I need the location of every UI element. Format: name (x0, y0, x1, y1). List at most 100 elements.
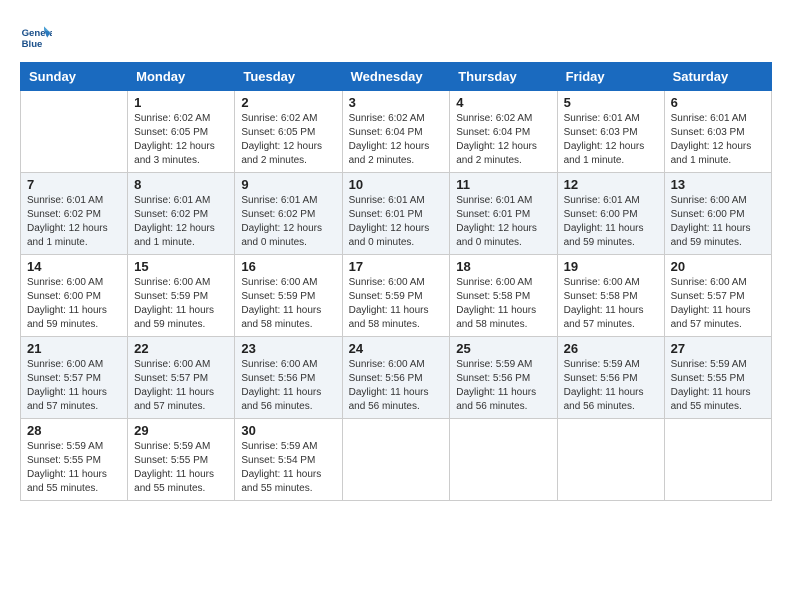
day-cell: 28 Sunrise: 5:59 AM Sunset: 5:55 PM Dayli… (21, 419, 128, 501)
col-header-sunday: Sunday (21, 63, 128, 91)
day-info: Sunrise: 6:00 AM Sunset: 5:59 PM Dayligh… (349, 276, 444, 332)
day-info: Sunrise: 6:00 AM Sunset: 5:58 PM Dayligh… (564, 276, 658, 332)
day-cell: 22 Sunrise: 6:00 AM Sunset: 5:57 PM Dayli… (128, 337, 235, 419)
day-cell: 1 Sunrise: 6:02 AM Sunset: 6:05 PM Daylig… (128, 91, 235, 173)
day-cell: 13 Sunrise: 6:00 AM Sunset: 6:00 PM Dayli… (664, 173, 771, 255)
day-info: Sunrise: 6:01 AM Sunset: 6:02 PM Dayligh… (241, 194, 335, 250)
day-number: 7 (27, 177, 121, 192)
week-row-2: 7 Sunrise: 6:01 AM Sunset: 6:02 PM Daylig… (21, 173, 772, 255)
col-header-tuesday: Tuesday (235, 63, 342, 91)
logo: General Blue (20, 20, 56, 52)
svg-text:Blue: Blue (22, 39, 43, 50)
calendar-table: SundayMondayTuesdayWednesdayThursdayFrid… (20, 62, 772, 501)
day-info: Sunrise: 6:00 AM Sunset: 5:57 PM Dayligh… (27, 358, 121, 414)
day-cell (450, 419, 557, 501)
day-cell (342, 419, 450, 501)
day-cell: 9 Sunrise: 6:01 AM Sunset: 6:02 PM Daylig… (235, 173, 342, 255)
day-number: 4 (456, 95, 550, 110)
day-info: Sunrise: 5:59 AM Sunset: 5:56 PM Dayligh… (456, 358, 550, 414)
day-info: Sunrise: 5:59 AM Sunset: 5:55 PM Dayligh… (27, 440, 121, 496)
day-info: Sunrise: 6:02 AM Sunset: 6:04 PM Dayligh… (349, 112, 444, 168)
day-cell: 21 Sunrise: 6:00 AM Sunset: 5:57 PM Dayli… (21, 337, 128, 419)
day-info: Sunrise: 6:01 AM Sunset: 6:03 PM Dayligh… (671, 112, 765, 168)
day-number: 28 (27, 423, 121, 438)
day-number: 29 (134, 423, 228, 438)
logo-icon: General Blue (20, 20, 52, 52)
day-number: 10 (349, 177, 444, 192)
day-cell: 14 Sunrise: 6:00 AM Sunset: 6:00 PM Dayli… (21, 255, 128, 337)
day-cell: 23 Sunrise: 6:00 AM Sunset: 5:56 PM Dayli… (235, 337, 342, 419)
day-number: 16 (241, 259, 335, 274)
day-info: Sunrise: 6:00 AM Sunset: 6:00 PM Dayligh… (27, 276, 121, 332)
day-info: Sunrise: 6:01 AM Sunset: 6:02 PM Dayligh… (27, 194, 121, 250)
day-number: 8 (134, 177, 228, 192)
day-cell: 2Sunrise: 6:02 AM Sunset: 6:05 PM Daylig… (235, 91, 342, 173)
day-number: 24 (349, 341, 444, 356)
day-info: Sunrise: 6:00 AM Sunset: 5:56 PM Dayligh… (241, 358, 335, 414)
day-number: 14 (27, 259, 121, 274)
day-number: 3 (349, 95, 444, 110)
day-number: 22 (134, 341, 228, 356)
day-info: Sunrise: 5:59 AM Sunset: 5:55 PM Dayligh… (134, 440, 228, 496)
day-number: 27 (671, 341, 765, 356)
day-info: Sunrise: 6:00 AM Sunset: 5:59 PM Dayligh… (241, 276, 335, 332)
day-info: Sunrise: 5:59 AM Sunset: 5:56 PM Dayligh… (564, 358, 658, 414)
day-number: 18 (456, 259, 550, 274)
day-cell: 18 Sunrise: 6:00 AM Sunset: 5:58 PM Dayli… (450, 255, 557, 337)
day-number: 23 (241, 341, 335, 356)
day-number: 25 (456, 341, 550, 356)
col-header-wednesday: Wednesday (342, 63, 450, 91)
day-number: 2 (241, 95, 335, 110)
header: General Blue (20, 20, 772, 52)
col-header-thursday: Thursday (450, 63, 557, 91)
header-row: SundayMondayTuesdayWednesdayThursdayFrid… (21, 63, 772, 91)
day-cell: 12 Sunrise: 6:01 AM Sunset: 6:00 PM Dayli… (557, 173, 664, 255)
day-info: Sunrise: 6:01 AM Sunset: 6:01 PM Dayligh… (349, 194, 444, 250)
day-number: 21 (27, 341, 121, 356)
day-info: Sunrise: 6:00 AM Sunset: 5:58 PM Dayligh… (456, 276, 550, 332)
day-info: Sunrise: 6:01 AM Sunset: 6:02 PM Dayligh… (134, 194, 228, 250)
day-number: 11 (456, 177, 550, 192)
day-number: 17 (349, 259, 444, 274)
day-number: 12 (564, 177, 658, 192)
col-header-friday: Friday (557, 63, 664, 91)
day-info: Sunrise: 6:01 AM Sunset: 6:03 PM Dayligh… (564, 112, 658, 168)
day-info: Sunrise: 5:59 AM Sunset: 5:55 PM Dayligh… (671, 358, 765, 414)
day-cell: 19 Sunrise: 6:00 AM Sunset: 5:58 PM Dayli… (557, 255, 664, 337)
day-number: 6 (671, 95, 765, 110)
day-cell: 30 Sunrise: 5:59 AM Sunset: 5:54 PM Dayli… (235, 419, 342, 501)
week-row-4: 21 Sunrise: 6:00 AM Sunset: 5:57 PM Dayli… (21, 337, 772, 419)
day-info: Sunrise: 5:59 AM Sunset: 5:54 PM Dayligh… (241, 440, 335, 496)
day-number: 20 (671, 259, 765, 274)
day-number: 9 (241, 177, 335, 192)
day-info: Sunrise: 6:01 AM Sunset: 6:00 PM Dayligh… (564, 194, 658, 250)
day-cell: 5 Sunrise: 6:01 AM Sunset: 6:03 PM Daylig… (557, 91, 664, 173)
day-cell: 10 Sunrise: 6:01 AM Sunset: 6:01 PM Dayli… (342, 173, 450, 255)
day-cell (557, 419, 664, 501)
day-number: 30 (241, 423, 335, 438)
day-cell: 6 Sunrise: 6:01 AM Sunset: 6:03 PM Daylig… (664, 91, 771, 173)
col-header-saturday: Saturday (664, 63, 771, 91)
day-info: Sunrise: 6:02 AM Sunset: 6:05 PM Dayligh… (134, 112, 228, 168)
day-number: 1 (134, 95, 228, 110)
day-info: Sunrise: 6:00 AM Sunset: 5:57 PM Dayligh… (671, 276, 765, 332)
day-cell: 15 Sunrise: 6:00 AM Sunset: 5:59 PM Dayli… (128, 255, 235, 337)
day-number: 15 (134, 259, 228, 274)
day-cell (21, 91, 128, 173)
day-info: Sunrise: 6:00 AM Sunset: 5:59 PM Dayligh… (134, 276, 228, 332)
day-cell: 16 Sunrise: 6:00 AM Sunset: 5:59 PM Dayli… (235, 255, 342, 337)
day-info: Sunrise: 6:00 AM Sunset: 5:56 PM Dayligh… (349, 358, 444, 414)
week-row-1: 1 Sunrise: 6:02 AM Sunset: 6:05 PM Daylig… (21, 91, 772, 173)
day-cell: 20 Sunrise: 6:00 AM Sunset: 5:57 PM Dayli… (664, 255, 771, 337)
day-number: 19 (564, 259, 658, 274)
day-cell: 25 Sunrise: 5:59 AM Sunset: 5:56 PM Dayli… (450, 337, 557, 419)
day-info: Sunrise: 6:00 AM Sunset: 6:00 PM Dayligh… (671, 194, 765, 250)
day-cell: 29 Sunrise: 5:59 AM Sunset: 5:55 PM Dayli… (128, 419, 235, 501)
day-number: 13 (671, 177, 765, 192)
day-info: Sunrise: 6:00 AM Sunset: 5:57 PM Dayligh… (134, 358, 228, 414)
day-number: 5 (564, 95, 658, 110)
day-cell: 17 Sunrise: 6:00 AM Sunset: 5:59 PM Dayli… (342, 255, 450, 337)
day-cell: 3 Sunrise: 6:02 AM Sunset: 6:04 PM Daylig… (342, 91, 450, 173)
day-cell: 8 Sunrise: 6:01 AM Sunset: 6:02 PM Daylig… (128, 173, 235, 255)
day-number: 26 (564, 341, 658, 356)
